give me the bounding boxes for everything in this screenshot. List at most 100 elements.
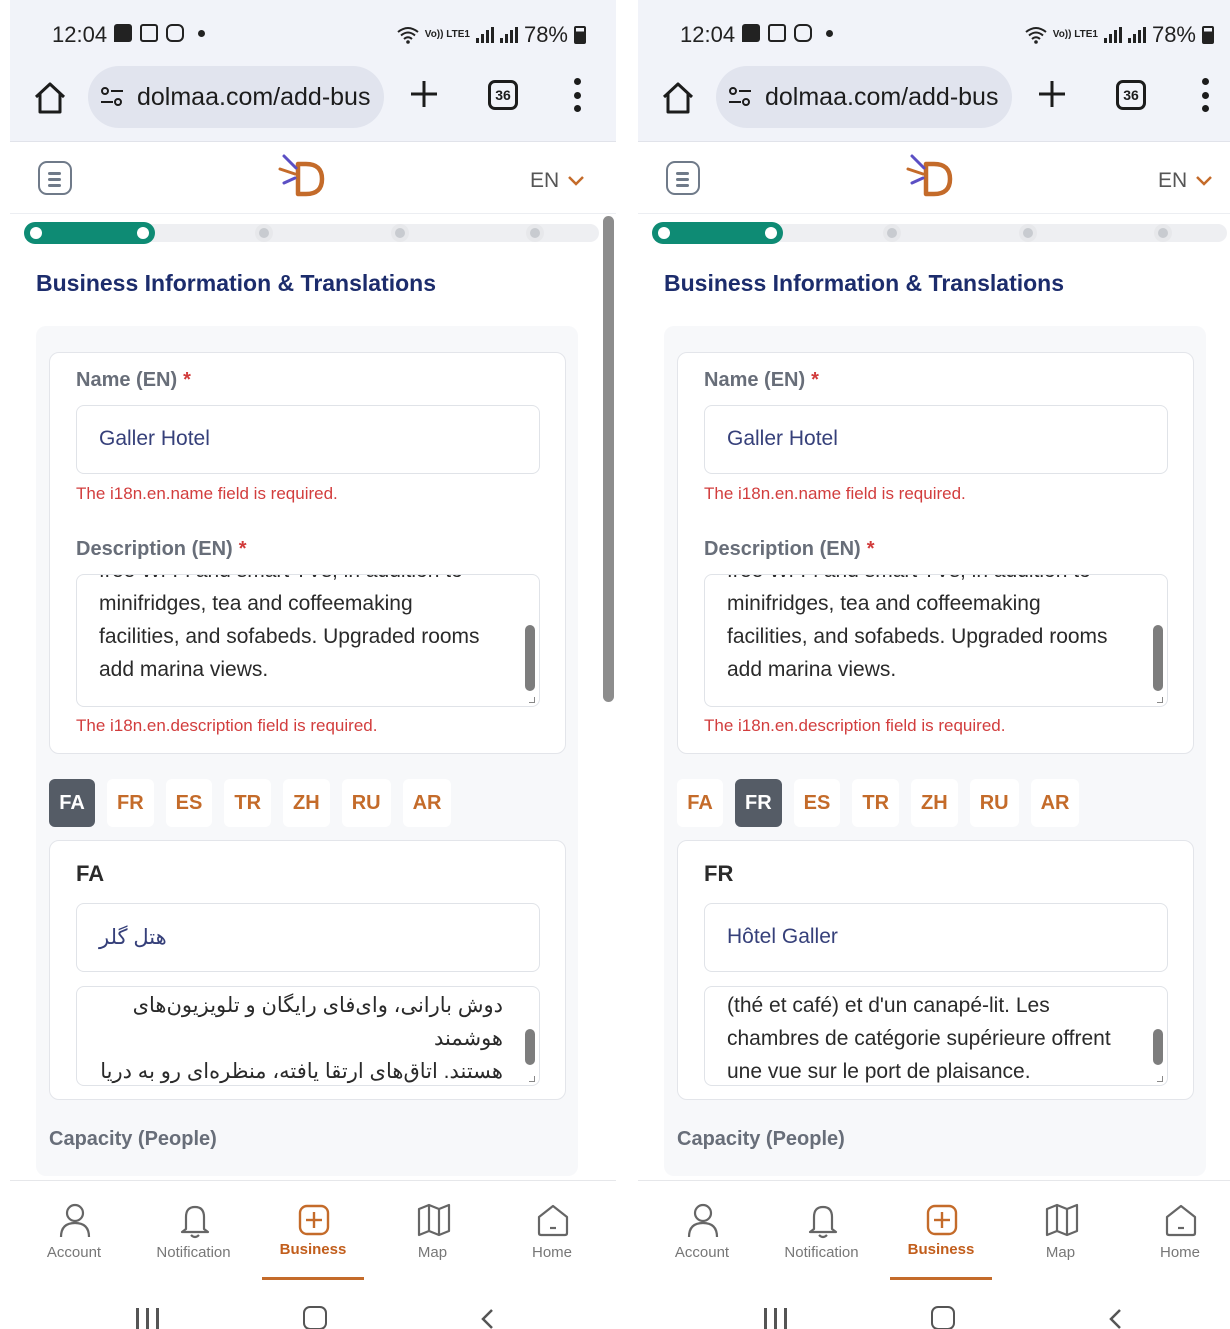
back-icon[interactable] — [478, 1308, 498, 1329]
lang-tab-fa[interactable]: FA — [49, 779, 95, 827]
lang-tab-fr[interactable]: FR — [107, 779, 154, 827]
add-business-icon — [926, 1204, 958, 1236]
menu-icon[interactable] — [666, 161, 700, 195]
lang-tab-ar[interactable]: AR — [1030, 779, 1080, 827]
menu-icon[interactable] — [38, 161, 72, 195]
dolmaa-logo[interactable] — [278, 152, 328, 198]
lang-tab-tr[interactable]: TR — [224, 779, 272, 827]
translation-name-input[interactable]: Hôtel Galler — [704, 903, 1168, 972]
gallery-icon — [768, 24, 786, 42]
translation-description-value: دوش بارانی، وای‌فای رایگان و تلویزیون‌ها… — [100, 994, 503, 1083]
tab-switcher-button[interactable]: 36 — [1116, 80, 1146, 110]
resize-handle-icon[interactable] — [1157, 697, 1163, 703]
site-settings-icon[interactable] — [728, 86, 752, 108]
resize-handle-icon[interactable] — [1157, 1076, 1163, 1082]
system-home-icon[interactable] — [303, 1306, 327, 1329]
tab-switcher-button[interactable]: 36 — [488, 80, 518, 110]
translation-description-textarea[interactable]: (thé et café) et d'un canapé-lit. Les ch… — [704, 986, 1168, 1086]
translation-description-textarea[interactable]: دوش بارانی، وای‌فای رایگان و تلویزیون‌ها… — [76, 986, 540, 1086]
nav-label: Home — [1159, 1244, 1200, 1261]
battery-icon — [1202, 26, 1214, 44]
back-icon[interactable] — [1106, 1308, 1126, 1329]
nav-account[interactable]: Account — [642, 1181, 762, 1281]
lang-tab-ru[interactable]: RU — [341, 779, 391, 827]
lang-tab-tr[interactable]: TR — [852, 779, 900, 827]
bottom-navigation: Account Notification Business Map Home — [638, 1180, 1230, 1280]
map-icon — [417, 1203, 450, 1237]
recent-apps-icon[interactable] — [136, 1308, 159, 1329]
translation-description-value: (thé et café) et d'un canapé-lit. Les ch… — [727, 994, 1111, 1083]
name-en-input[interactable]: Galler Hotel — [704, 405, 1168, 474]
new-tab-icon[interactable] — [408, 78, 440, 110]
description-en-label-text: Description (EN) — [704, 538, 861, 560]
page-scrollbar[interactable] — [603, 216, 614, 702]
lang-tab-es[interactable]: ES — [165, 779, 213, 827]
lang-tab-es[interactable]: ES — [793, 779, 841, 827]
address-bar[interactable]: dolmaa.com/add-bus — [716, 66, 1012, 128]
resize-handle-icon[interactable] — [529, 1076, 535, 1082]
new-tab-icon[interactable] — [1036, 78, 1068, 110]
required-marker: * — [238, 538, 247, 560]
section-title: Business Information & Translations — [664, 270, 1065, 296]
textarea-scrollbar[interactable] — [525, 625, 535, 691]
description-en-error: The i18n.en.description field is require… — [76, 716, 378, 735]
system-home-icon[interactable] — [931, 1306, 955, 1329]
nav-home[interactable]: Home — [1120, 1181, 1230, 1281]
translation-name-input[interactable]: هتل گلر — [76, 903, 540, 972]
translation-language-tabs: FA FR ES TR ZH RU AR — [49, 779, 452, 827]
description-en-textarea[interactable]: free Wi-Fi and smart TVs, in addition to… — [704, 574, 1168, 707]
name-en-error: The i18n.en.name field is required. — [76, 484, 338, 503]
description-en-label-text: Description (EN) — [76, 538, 233, 560]
nav-business[interactable]: Business — [881, 1181, 1001, 1281]
app-header: EN — [638, 142, 1230, 214]
description-en-textarea[interactable]: free Wi-Fi and smart TVs, in addition to… — [76, 574, 540, 707]
nav-map[interactable]: Map — [1001, 1181, 1121, 1281]
name-en-label: Name (EN) * — [76, 369, 191, 392]
nav-business[interactable]: Business — [253, 1181, 373, 1281]
name-en-input[interactable]: Galler Hotel — [76, 405, 540, 474]
textarea-scrollbar[interactable] — [1153, 625, 1163, 691]
dolmaa-logo[interactable] — [906, 152, 956, 198]
site-settings-icon[interactable] — [100, 86, 124, 108]
required-marker: * — [866, 538, 875, 560]
nav-notification[interactable]: Notification — [134, 1181, 254, 1281]
map-icon — [1045, 1203, 1078, 1237]
signal-icon — [475, 27, 494, 43]
lang-tab-ar[interactable]: AR — [402, 779, 452, 827]
nav-home[interactable]: Home — [492, 1181, 612, 1281]
resize-handle-icon[interactable] — [529, 697, 535, 703]
lang-tab-zh[interactable]: ZH — [283, 779, 330, 827]
language-selector[interactable]: EN — [1158, 169, 1213, 193]
language-selector[interactable]: EN — [530, 169, 585, 193]
browser-menu-icon[interactable] — [1198, 78, 1212, 112]
browser-home-icon[interactable] — [660, 80, 696, 116]
home-icon — [1165, 1204, 1197, 1237]
browser-home-icon[interactable] — [32, 80, 68, 116]
gallery-icon — [140, 24, 158, 42]
nav-label: Business — [907, 1241, 975, 1258]
business-info-section: Name (EN) * Galler Hotel The i18n.en.name… — [664, 326, 1206, 1176]
lang-tab-fa[interactable]: FA — [677, 779, 723, 827]
phone-screen-fa: 12:04 Vo)) LTE1 78% dolmaa.com/add-bus 3… — [10, 0, 616, 1329]
recent-apps-icon[interactable] — [764, 1308, 787, 1329]
progress-step-dot — [390, 224, 409, 242]
active-nav-indicator — [262, 1277, 364, 1280]
nav-notification[interactable]: Notification — [762, 1181, 882, 1281]
lang-tab-fr[interactable]: FR — [735, 779, 782, 827]
browser-menu-icon[interactable] — [570, 78, 584, 112]
translation-language-tabs: FA FR ES TR ZH RU AR — [677, 779, 1080, 827]
lang-tab-zh[interactable]: ZH — [911, 779, 958, 827]
textarea-scrollbar[interactable] — [525, 1029, 535, 1065]
nav-account[interactable]: Account — [14, 1181, 134, 1281]
lang-tab-ru[interactable]: RU — [969, 779, 1019, 827]
url-text: dolmaa.com/add-bus — [137, 83, 371, 111]
translation-heading: FR — [704, 861, 734, 886]
phone-screen-fr: 12:04 Vo)) LTE1 78% dolmaa.com/add-bus 3… — [638, 0, 1230, 1329]
nav-map[interactable]: Map — [373, 1181, 493, 1281]
message-icon — [742, 24, 760, 42]
required-marker: * — [183, 369, 191, 391]
capacity-label: Capacity (People) — [49, 1128, 217, 1150]
textarea-scrollbar[interactable] — [1153, 1029, 1163, 1065]
address-bar[interactable]: dolmaa.com/add-bus — [88, 66, 384, 128]
signal-icon-2 — [1127, 27, 1146, 43]
